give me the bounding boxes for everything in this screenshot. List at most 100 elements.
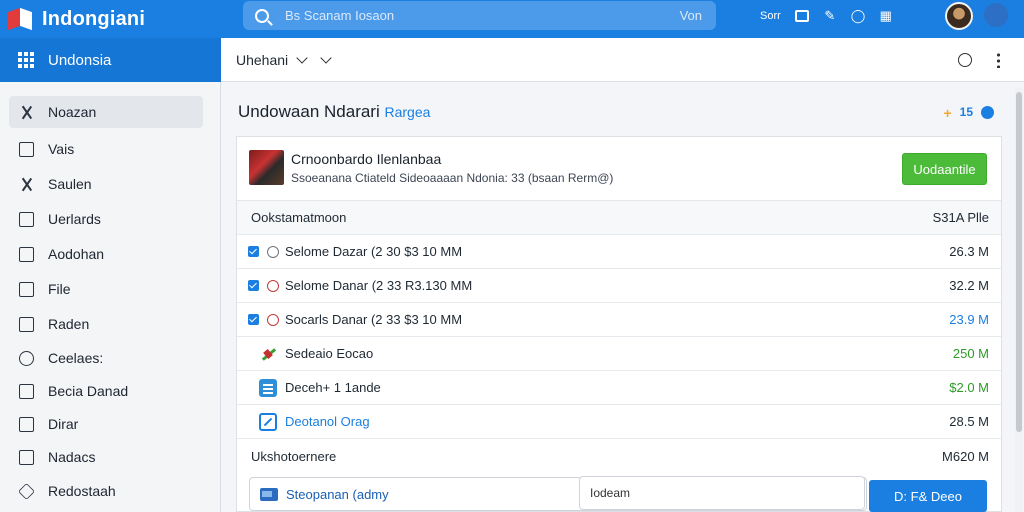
info-icon[interactable] xyxy=(981,106,994,119)
package-subtitle: Ssoeanana Ctiateld Sideoaaaan Ndonia: 33… xyxy=(291,171,614,185)
source-label: Steopanan (admy xyxy=(286,487,389,502)
avatar[interactable] xyxy=(945,2,973,30)
checkbox[interactable] xyxy=(248,246,259,257)
account-icon[interactable] xyxy=(984,3,1008,27)
row-value: 28.5 M xyxy=(949,414,989,429)
grid-icon[interactable]: ▦ xyxy=(879,9,893,23)
sidebar-item-dirar[interactable]: Dirar xyxy=(9,408,203,440)
sidebar-item-nadacs[interactable]: Nadacs xyxy=(9,441,203,473)
row-value: 32.2 M xyxy=(949,278,989,293)
package-card: Crnoonbardo Ilenlanbaa Ssoeanana Ctiatel… xyxy=(237,137,1001,201)
sidebar-item-aodohan[interactable]: Aodohan xyxy=(9,238,203,270)
sidebar-item-becia-danad[interactable]: Becia Danad xyxy=(9,375,203,407)
row-value: $2.0 M xyxy=(949,380,989,395)
search-filter[interactable]: Von xyxy=(680,8,702,23)
more-icon[interactable] xyxy=(997,52,1000,68)
checkbox[interactable] xyxy=(248,280,259,291)
top-bar: Indongiani Bs Scanam Iosaon Von Sorr ✎ ◯… xyxy=(0,0,1024,38)
tag-icon xyxy=(19,246,34,262)
row-value: 26.3 M xyxy=(949,244,989,259)
column-header: Ookstamatmoon xyxy=(251,210,347,225)
folder-icon xyxy=(19,316,34,332)
row-value: 250 M xyxy=(952,346,989,361)
pin-icon xyxy=(19,105,34,120)
pen-icon[interactable]: ✎ xyxy=(823,9,837,23)
footer-value: M620 M xyxy=(942,448,989,464)
apps-grid-icon xyxy=(18,52,34,68)
document-icon xyxy=(259,378,277,397)
clock-icon xyxy=(267,245,279,258)
chevron-down-icon[interactable] xyxy=(296,51,308,64)
sidebar-item-label: Uerlards xyxy=(48,211,101,227)
clipboard-icon xyxy=(19,350,34,366)
row-label: Deceh+ 1 1ande xyxy=(285,380,381,395)
row-label: Selome Dazar (2 30 $3 10 MM xyxy=(285,244,463,259)
nav-title: Undonsia xyxy=(48,51,112,69)
table-row[interactable]: Socarls Danar (2 33 $3 10 MM 23.9 M xyxy=(237,303,1001,337)
table-row[interactable]: Deceh+ 1 1ande $2.0 M xyxy=(237,371,1001,405)
sidebar-item-saulen[interactable]: Saulen xyxy=(9,168,203,200)
brand[interactable]: Indongiani xyxy=(0,8,240,31)
search-input[interactable]: Bs Scanam Iosaon xyxy=(285,8,680,23)
sidebar-item-label: Ceelaes: xyxy=(48,350,104,366)
chat-icon[interactable]: ◯ xyxy=(851,9,866,23)
clock-icon xyxy=(267,313,279,326)
top-action-label[interactable]: Sorr xyxy=(760,10,781,22)
diamond-icon xyxy=(18,482,35,500)
app-name: Indongiani xyxy=(42,7,146,30)
update-button[interactable]: Uodaantile xyxy=(902,153,987,185)
table-row[interactable]: Selome Danar (2 33 R3.130 MM 32.2 M xyxy=(237,269,1001,303)
search-icon[interactable] xyxy=(958,53,972,67)
sidebar-item-label: File xyxy=(48,281,71,297)
sidebar-item-label: Vais xyxy=(48,141,75,157)
sidebar-item-ceelaes[interactable]: Ceelaes: xyxy=(9,342,203,374)
table-header: Ookstamatmoon S31A Plle xyxy=(237,201,1001,235)
sidebar-item-noazan[interactable]: Noazan xyxy=(9,96,203,128)
table-row[interactable]: Sedeaio Eocao 250 M xyxy=(237,337,1001,371)
sidebar-item-vais[interactable]: Vais xyxy=(9,133,203,165)
scrollbar-thumb[interactable] xyxy=(1016,92,1022,432)
search-bar[interactable]: Bs Scanam Iosaon Von xyxy=(243,1,716,30)
sidebar-item-redostaah[interactable]: Redostaah xyxy=(9,475,203,507)
download-button[interactable]: D: F& Deeo xyxy=(869,480,987,512)
header-title[interactable]: Uhehani xyxy=(236,52,288,68)
package-title: Crnoonbardo Ilenlanbaa xyxy=(291,151,442,167)
search-icon xyxy=(255,8,269,23)
sidebar-item-raden[interactable]: Raden xyxy=(9,308,203,340)
name-input[interactable]: Iodeam xyxy=(579,476,865,510)
row-label: Socarls Danar (2 33 $3 10 MM xyxy=(285,312,463,327)
page-title: Undowaan Ndarari Rargea xyxy=(238,102,430,122)
top-actions: Sorr ✎ ◯ ▦ xyxy=(760,0,893,32)
count-badge[interactable]: 15 xyxy=(960,105,973,121)
lock-icon xyxy=(19,383,34,399)
sidebar-item-label: Dirar xyxy=(48,416,79,432)
window-icon[interactable] xyxy=(794,10,809,22)
image-icon xyxy=(260,488,278,501)
sidebar-item-label: Noazan xyxy=(48,104,97,120)
sidebar-item-label: Nadacs xyxy=(48,449,96,465)
sidebar-item-file[interactable]: File xyxy=(9,273,203,305)
table-row[interactable]: Selome Dazar (2 30 $3 10 MM 26.3 M xyxy=(237,235,1001,269)
bottom-action-row: Steopanan (admy Iodeam D: F& Deeo xyxy=(249,476,989,512)
footer-label: Ukshotoernere xyxy=(251,448,337,464)
checkbox[interactable] xyxy=(248,314,259,325)
sidebar-item-label: Becia Danad xyxy=(48,383,129,399)
page-title-accent[interactable]: Rargea xyxy=(384,104,430,120)
content-panel: Crnoonbardo Ilenlanbaa Ssoeanana Ctiatel… xyxy=(236,136,1002,512)
sidebar-item-uerlards[interactable]: Uerlards xyxy=(9,203,203,235)
table-row[interactable]: Deotanol Orag 28.5 M xyxy=(237,405,1001,439)
package-thumbnail xyxy=(249,150,284,185)
nav-header[interactable]: Undonsia xyxy=(0,38,221,82)
sidebar-item-label: Raden xyxy=(48,316,90,332)
person-icon xyxy=(19,177,34,192)
row-value: 23.9 M xyxy=(949,312,989,327)
box-icon xyxy=(19,416,34,432)
row-label: Sedeaio Eocao xyxy=(285,346,374,361)
title-actions: + 15 xyxy=(943,105,994,121)
row-label: Selome Danar (2 33 R3.130 MM xyxy=(285,278,473,293)
main-header: Uhehani xyxy=(221,38,1024,82)
calendar-icon xyxy=(19,211,34,227)
edit-icon xyxy=(259,412,277,431)
chevron-down-icon[interactable] xyxy=(320,51,332,64)
add-icon[interactable]: + xyxy=(943,105,951,121)
